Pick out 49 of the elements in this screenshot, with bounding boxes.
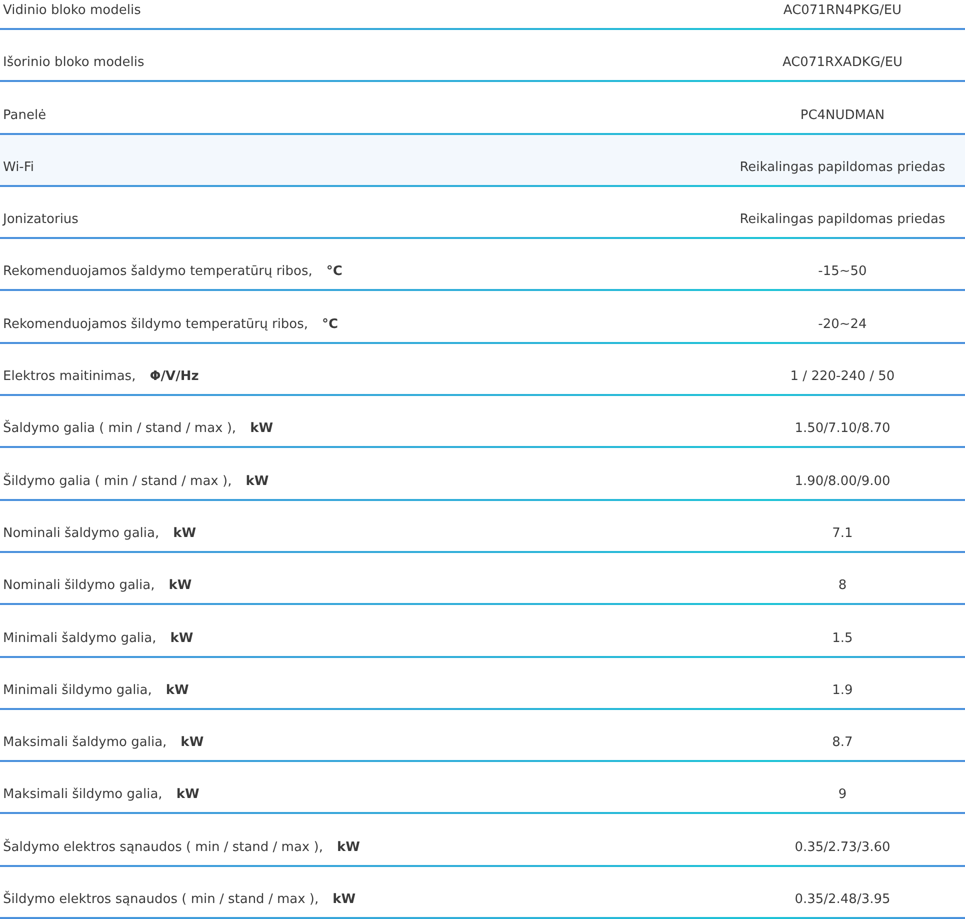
spec-value: 1.5: [832, 630, 853, 646]
spec-unit: °C: [326, 264, 342, 280]
spec-unit: kW: [336, 840, 360, 855]
spec-unit: kW: [180, 735, 204, 750]
spec-unit: kW: [166, 682, 189, 698]
spec-label: Šildymo elektros sąnaudos ( min / stand / max ),: [3, 892, 319, 908]
spec-value: 1.50/7.10/8.70: [794, 421, 890, 436]
spec-label: Maksimali šildymo galia,: [3, 787, 162, 802]
spec-value: -20~24: [818, 316, 867, 332]
spec-label: Šaldymo galia ( min / stand / max ),: [3, 421, 236, 436]
spec-label: Išorinio bloko modelis: [3, 55, 144, 70]
spec-label: Maksimali šaldymo galia,: [3, 735, 167, 750]
spec-label: Rekomenduojamos šildymo temperatūrų ribos,: [3, 316, 308, 332]
spec-label: Šaldymo elektros sąnaudos ( min / stand / max ),: [3, 840, 323, 855]
spec-value: Reikalingas papildomas priedas: [740, 160, 946, 175]
spec-value: -15~50: [818, 264, 867, 280]
spec-label: Wi-Fi: [3, 160, 34, 175]
spec-label: Panelė: [3, 108, 46, 123]
spec-value: 1.9: [832, 682, 853, 698]
spec-unit: Φ/V/Hz: [150, 369, 199, 384]
spec-unit: kW: [170, 630, 194, 646]
spec-label: Minimali šaldymo galia,: [3, 630, 156, 646]
spec-label: Jonizatorius: [3, 212, 78, 228]
spec-value: Reikalingas papildomas priedas: [740, 212, 946, 228]
spec-value: 7.1: [832, 526, 853, 541]
spec-value: 0.35/2.48/3.95: [794, 892, 890, 908]
spec-label: Rekomenduojamos šaldymo temperatūrų ribos,: [3, 264, 312, 280]
spec-unit: kW: [246, 474, 269, 489]
spec-unit: kW: [332, 892, 356, 908]
spec-value: 8.7: [832, 735, 853, 750]
spec-label: Nominali šildymo galia,: [3, 578, 155, 594]
spec-value: 8: [838, 578, 847, 594]
spec-value: 1.90/8.00/9.00: [794, 474, 890, 489]
spec-label: Nominali šaldymo galia,: [3, 526, 160, 541]
spec-label: Vidinio bloko modelis: [3, 3, 141, 18]
spec-label: Šildymo galia ( min / stand / max ),: [3, 474, 232, 489]
spec-value: AC071RN4PKG/EU: [783, 3, 902, 18]
spec-label: Minimali šildymo galia,: [3, 682, 152, 698]
spec-unit: kW: [176, 787, 200, 802]
spec-unit: °C: [322, 316, 338, 332]
spec-value: 9: [838, 787, 847, 802]
spec-unit: kW: [173, 526, 196, 541]
spec-value: PC4NUDMAN: [800, 108, 885, 123]
spec-value: AC071RXADKG/EU: [782, 55, 903, 70]
spec-unit: kW: [168, 578, 192, 594]
spec-label: Elektros maitinimas,: [3, 369, 136, 384]
spec-value: 1 / 220-240 / 50: [790, 369, 895, 384]
spec-unit: kW: [250, 421, 274, 436]
spec-value: 0.35/2.73/3.60: [794, 840, 890, 855]
